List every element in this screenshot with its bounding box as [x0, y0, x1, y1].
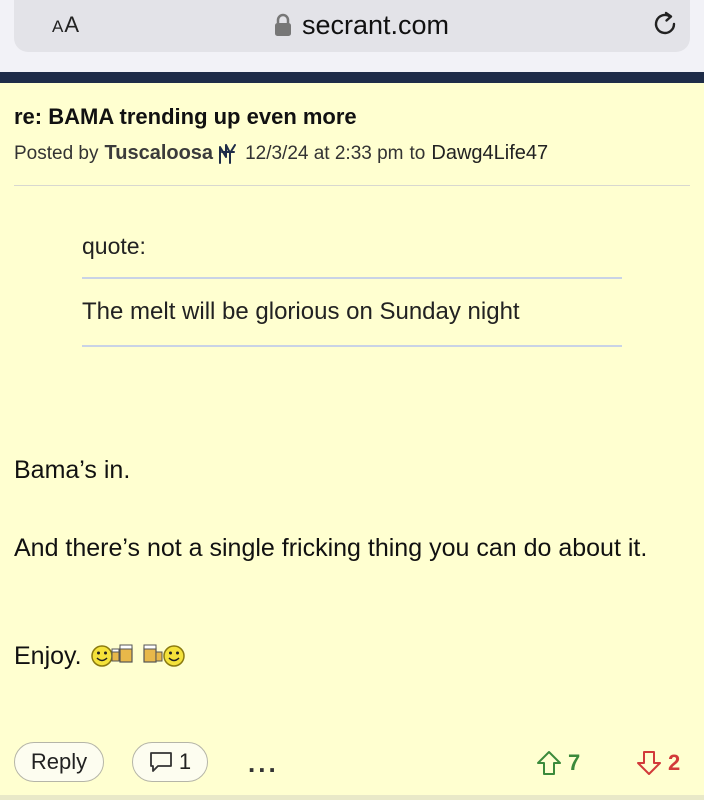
- browser-toolbar: AA secrant.com: [0, 0, 704, 72]
- author-link[interactable]: Tuscaloosa: [105, 142, 214, 165]
- post-meta: Posted by Tuscaloosa 12/3/24 at 2:33 pm …: [14, 142, 548, 165]
- lock-icon: [272, 13, 294, 37]
- post-paragraph: Bama’s in.: [14, 456, 131, 484]
- post-paragraph: And there’s not a single fricking thing …: [14, 534, 648, 562]
- url-text: secrant.com: [302, 9, 450, 40]
- to-label: to: [409, 142, 426, 164]
- upvote-count: 7: [568, 750, 581, 775]
- upvote-button[interactable]: 7: [536, 750, 580, 776]
- downvote-button[interactable]: 2: [636, 750, 680, 776]
- post-paragraph-enjoy: Enjoy.: [14, 638, 690, 674]
- down-arrow-icon: [637, 751, 661, 775]
- more-options-button[interactable]: ...: [248, 748, 279, 779]
- post-date: 12/3/24 at 2:33 pm: [245, 142, 404, 164]
- meta-divider: [14, 185, 690, 186]
- url-display[interactable]: secrant.com: [272, 8, 449, 42]
- up-arrow-icon: [537, 751, 561, 775]
- quote-label: quote:: [82, 233, 146, 259]
- quote-text: The melt will be glorious on Sunday nigh…: [82, 298, 520, 325]
- comment-icon: [149, 752, 172, 772]
- post-title: re: BAMA trending up even more: [14, 104, 357, 129]
- reload-icon[interactable]: [650, 8, 682, 40]
- comment-count: 1: [178, 749, 192, 774]
- comment-count-button[interactable]: 1: [132, 742, 208, 782]
- text-size-button[interactable]: AA: [52, 10, 80, 42]
- address-bar[interactable]: AA secrant.com: [14, 0, 690, 52]
- yankees-logo-icon: [217, 143, 239, 165]
- site-header-band: [0, 72, 704, 83]
- bottom-border: [0, 795, 704, 800]
- quote-bottom-rule: [82, 345, 622, 347]
- post-paragraph: Enjoy.: [14, 642, 82, 670]
- reply-to-link[interactable]: Dawg4Life47: [431, 142, 548, 165]
- quote-top-rule: [82, 277, 622, 279]
- beer-cheers-emoji-icon: [90, 642, 186, 670]
- downvote-count: 2: [668, 750, 681, 775]
- posted-by-label: Posted by: [14, 142, 99, 164]
- reply-button[interactable]: Reply: [14, 742, 104, 782]
